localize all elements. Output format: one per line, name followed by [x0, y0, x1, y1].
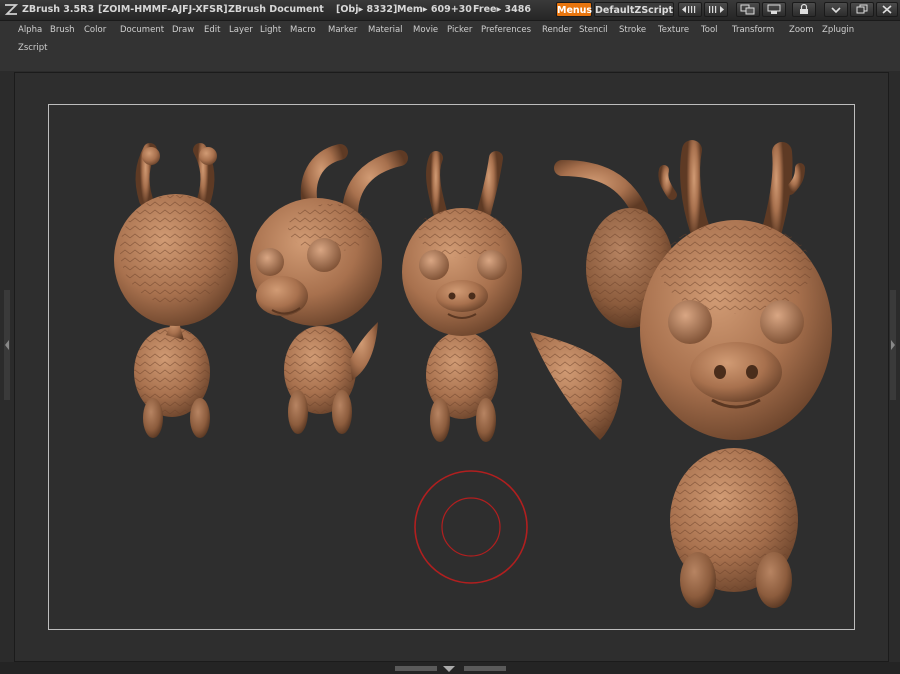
bottom-tray-handle-right[interactable] [464, 666, 506, 671]
dragon-model-closeup [640, 140, 832, 608]
viewport-models [114, 140, 832, 608]
bottom-tray-toggle-icon[interactable] [440, 664, 460, 673]
dragon-model-front-view [402, 151, 522, 442]
dragon-model-back-view [114, 143, 238, 438]
brush-cursor [414, 470, 528, 584]
dragon-model-side-view [250, 144, 408, 434]
bottom-tray-handle-left[interactable] [395, 666, 437, 671]
